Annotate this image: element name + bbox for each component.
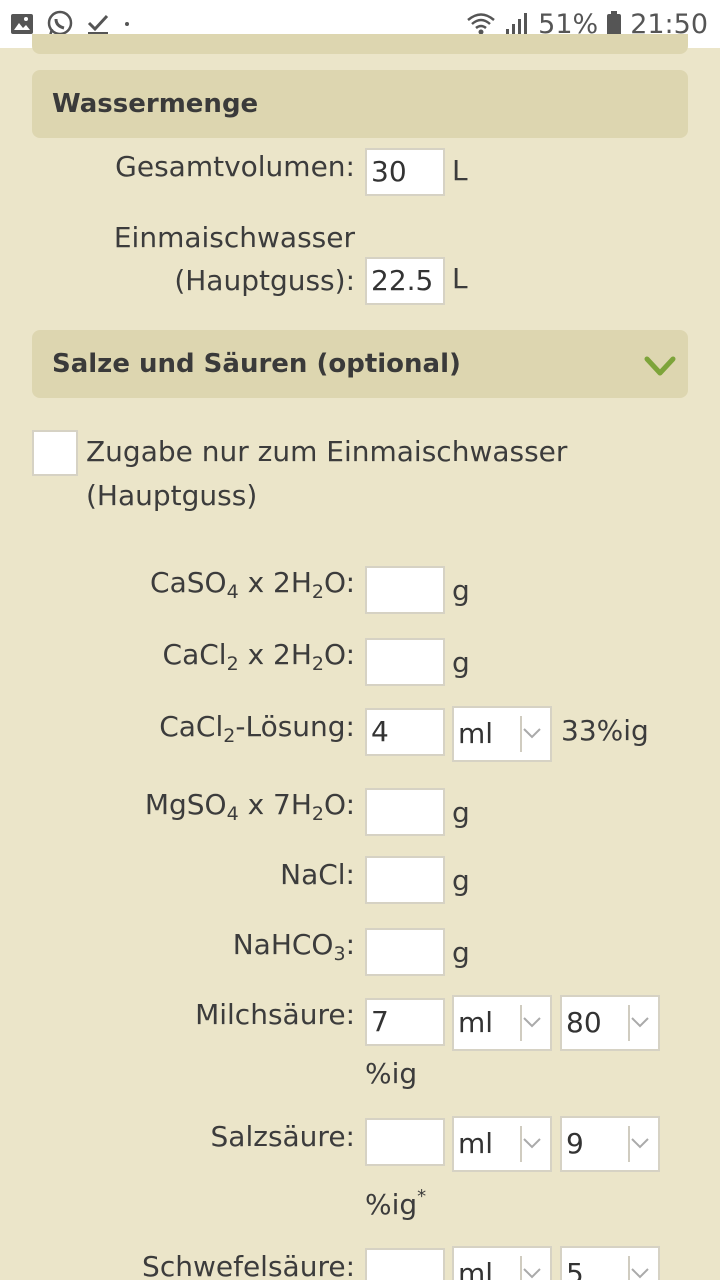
section-header-salze[interactable]: Salze und Säuren (optional) — [32, 330, 688, 398]
chevron-down-icon — [631, 1138, 649, 1149]
cacl2-solution-input[interactable]: 4 — [365, 708, 445, 756]
nacl-input[interactable] — [365, 856, 445, 904]
chevron-down-icon — [631, 1017, 649, 1028]
mash-only-label-line2: (Hauptguss) — [86, 479, 258, 512]
sulfuric-acid-label: Schwefelsäure: — [142, 1250, 355, 1280]
nahco3-input[interactable] — [365, 928, 445, 976]
lactic-acid-label: Milchsäure: — [195, 998, 355, 1031]
nahco3-unit: g — [452, 936, 470, 969]
nacl-unit: g — [452, 864, 470, 897]
mash-water-label: Einmaischwasser (Hauptguss): — [114, 216, 355, 302]
select-value: ml — [458, 1127, 494, 1160]
hydrochloric-acid-input[interactable] — [365, 1118, 445, 1166]
image-icon — [11, 14, 33, 34]
mash-water-label-line2: (Hauptguss): — [174, 264, 355, 297]
check-icon — [87, 14, 109, 35]
select-value: ml — [458, 1006, 494, 1039]
cacl2-input[interactable] — [365, 638, 445, 686]
chevron-down-icon — [523, 1138, 541, 1149]
cacl2-unit: g — [452, 646, 470, 679]
mgso4-input[interactable] — [365, 788, 445, 836]
sulfuric-acid-input[interactable] — [365, 1248, 445, 1280]
chevron-down-icon — [523, 1017, 541, 1028]
lactic-acid-percent-select[interactable]: 80 — [560, 995, 660, 1051]
cacl2-label: CaCl2 x 2H2O: — [162, 638, 355, 675]
cacl2-solution-concentration: 33%ig — [561, 714, 649, 747]
lactic-acid-unit-select[interactable]: ml — [452, 995, 552, 1051]
select-value: ml — [458, 717, 494, 750]
dot-icon — [125, 22, 129, 26]
mash-only-label-line1: Zugabe nur zum Einmaischwasser — [86, 435, 568, 468]
cacl2-solution-label: CaCl2-Lösung: — [159, 710, 355, 747]
section-header-wassermenge[interactable]: Wassermenge — [32, 70, 688, 138]
sulfuric-acid-percent-select[interactable]: 5 — [560, 1246, 660, 1280]
sulfuric-acid-unit-select[interactable]: ml — [452, 1246, 552, 1280]
chevron-down-icon — [523, 728, 541, 739]
nacl-label: NaCl: — [280, 858, 355, 891]
chevron-down-icon — [631, 1268, 649, 1279]
mgso4-label: MgSO4 x 7H2O: — [144, 788, 355, 825]
mgso4-unit: g — [452, 796, 470, 829]
mash-only-checkbox[interactable] — [32, 430, 78, 476]
hydrochloric-acid-concentration: %ig* — [365, 1186, 427, 1222]
select-value: ml — [458, 1257, 494, 1280]
mash-water-input[interactable]: 22.5 — [365, 257, 445, 305]
total-volume-input[interactable]: 30 — [365, 148, 445, 196]
caso4-unit: g — [452, 574, 470, 607]
mash-only-label: Zugabe nur zum Einmaischwasser (Hauptgus… — [86, 430, 686, 518]
hydrochloric-acid-percent-select[interactable]: 9 — [560, 1116, 660, 1172]
footnote-marker: * — [417, 1186, 427, 1207]
cacl2-solution-unit-select[interactable]: ml — [452, 706, 552, 762]
mash-water-unit: L — [452, 262, 468, 295]
chevron-down-icon[interactable] — [644, 352, 676, 380]
section-title: Wassermenge — [52, 89, 259, 119]
mash-water-label-line1: Einmaischwasser — [113, 221, 355, 254]
lactic-acid-input[interactable]: 7 — [365, 998, 445, 1046]
chevron-down-icon — [523, 1268, 541, 1279]
select-value: 9 — [566, 1127, 584, 1160]
lactic-acid-concentration: %ig — [365, 1057, 418, 1090]
total-volume-label: Gesamtvolumen: — [115, 150, 355, 183]
select-value: 80 — [566, 1006, 602, 1039]
previous-section-card — [32, 34, 688, 54]
hydrochloric-acid-label: Salzsäure: — [210, 1120, 355, 1153]
caso4-input[interactable] — [365, 566, 445, 614]
nahco3-label: NaHCO3: — [232, 928, 355, 965]
select-value: 5 — [566, 1257, 584, 1280]
caso4-label: CaSO4 x 2H2O: — [150, 566, 355, 603]
hydrochloric-acid-unit-select[interactable]: ml — [452, 1116, 552, 1172]
total-volume-unit: L — [452, 154, 468, 187]
section-title: Salze und Säuren (optional) — [52, 349, 461, 379]
